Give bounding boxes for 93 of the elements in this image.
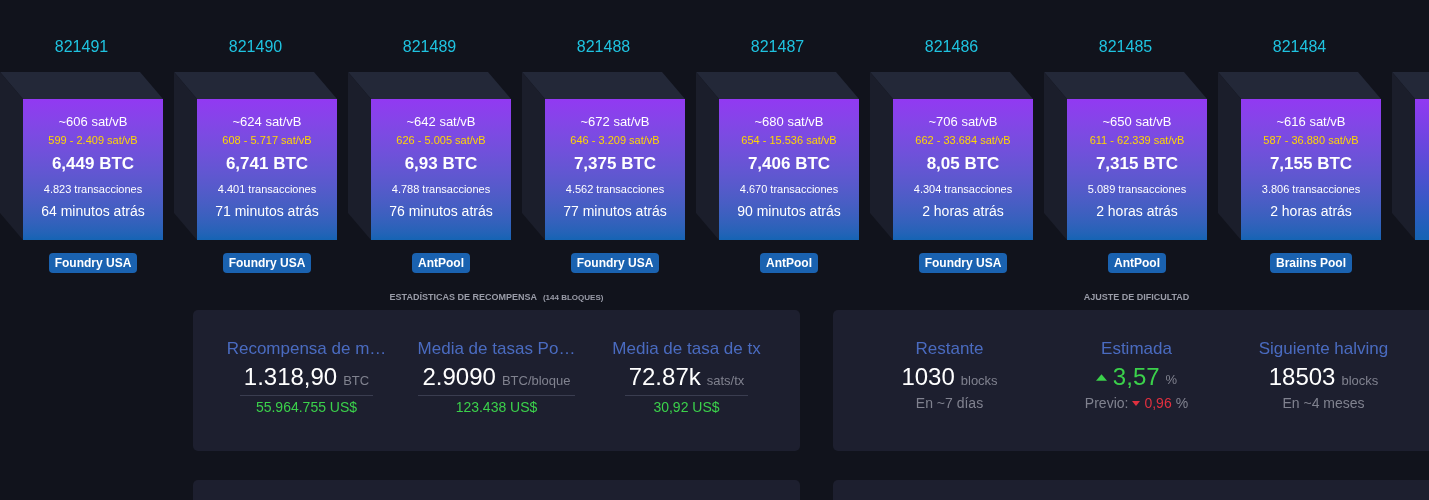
pool-badge[interactable]: Braiins Pool xyxy=(1270,253,1352,273)
fee-range: 662 - 33.684 sat/vB xyxy=(915,133,1011,148)
block-height[interactable]: 821490 xyxy=(228,37,283,57)
fiat-value: 30,92 US$ xyxy=(653,398,720,417)
block-height[interactable]: 821485 xyxy=(1098,37,1153,57)
median-fee: ~680 sat/vB xyxy=(754,113,824,131)
median-fee: ~606 sat/vB xyxy=(58,113,128,131)
stat-unit: blocks xyxy=(960,372,998,390)
stat-unit: blocks xyxy=(1341,372,1379,390)
fee-range: 608 - 5.717 sat/vB xyxy=(222,133,312,148)
block-height[interactable]: 821488 xyxy=(576,37,631,57)
stat-unit: BTC/bloque xyxy=(501,372,571,390)
previous-value: 0,96 xyxy=(1144,394,1172,413)
stat-value: 2.9090 xyxy=(422,362,496,392)
block-total: 8,05 BTC xyxy=(926,153,1000,175)
block-total: 7,406 BTC xyxy=(747,153,831,175)
block-time: 77 minutos atrás xyxy=(563,202,667,220)
stat-value: 18503 xyxy=(1268,362,1336,392)
transaction-count: 4.401 transacciones xyxy=(217,182,317,197)
block-time: 2 horas atrás xyxy=(922,202,1004,220)
transaction-count: 5.089 transacciones xyxy=(1087,182,1187,197)
block-height[interactable]: 821491 xyxy=(54,37,109,57)
block-face[interactable]: ~616 sat/vB 587 - 36.880 sat/vB 7,155 BTC 3.806 transacciones 2 horas atrás xyxy=(1241,99,1381,240)
fee-range: 611 - 62.339 sat/vB xyxy=(1089,133,1185,148)
stat-unit: sats/tx xyxy=(706,372,745,390)
median-fee: ~642 sat/vB xyxy=(406,113,476,131)
block-height[interactable]: 821484 xyxy=(1272,37,1327,57)
transaction-count: 4.562 transacciones xyxy=(565,182,665,197)
transaction-count: 4.823 transacciones xyxy=(43,182,143,197)
block-total: 7,155 BTC xyxy=(1269,153,1353,175)
block-time: 2 horas atrás xyxy=(1270,202,1352,220)
stat-unit: % xyxy=(1165,371,1178,390)
pool-badge[interactable]: AntPool xyxy=(1108,253,1166,273)
stat-label: Recompensa de m… xyxy=(226,338,387,360)
median-fee: ~624 sat/vB xyxy=(232,113,302,131)
transaction-count: 4.670 transacciones xyxy=(739,182,839,197)
block-time: 71 minutos atrás xyxy=(215,202,319,220)
fee-range: 646 - 3.209 sat/vB xyxy=(570,133,660,148)
block-total: 6,93 BTC xyxy=(404,153,478,175)
median-fee: ~706 sat/vB xyxy=(928,113,998,131)
block-time: 76 minutos atrás xyxy=(389,202,493,220)
section-title: ESTADÍSTICAS DE RECOMPENSA xyxy=(389,292,537,302)
block-height[interactable]: 821487 xyxy=(750,37,805,57)
fee-range: 654 - 15.536 sat/vB xyxy=(741,133,837,148)
median-fee: ~650 sat/vB xyxy=(1102,113,1172,131)
block-height[interactable]: 821489 xyxy=(402,37,457,57)
previous-label: Previo: xyxy=(1084,394,1129,413)
block-face[interactable]: ~672 sat/vB 646 - 3.209 sat/vB 7,375 BTC 4.562 transacciones 77 minutos atrás xyxy=(545,99,685,240)
stat-label: Restante xyxy=(915,338,984,360)
stat-label: Estimada xyxy=(1101,338,1172,360)
pool-badge[interactable]: Foundry USA xyxy=(570,253,660,273)
fiat-value: 123.438 US$ xyxy=(455,398,538,417)
stat-unit: BTC xyxy=(343,372,370,390)
section-title: AJUSTE DE DIFICULTAD xyxy=(1083,292,1190,302)
previous-unit: % xyxy=(1175,394,1189,413)
block-face[interactable]: ~642 sat/vB 626 - 5.005 sat/vB 6,93 BTC 4.788 transacciones 76 minutos atrás xyxy=(371,99,511,240)
block-time: 64 minutos atrás xyxy=(41,202,145,220)
stat-label: Media de tasas Po… xyxy=(417,338,576,360)
transaction-count: 4.788 transacciones xyxy=(391,182,491,197)
pool-badge[interactable]: Foundry USA xyxy=(222,253,312,273)
stat-note: En ~4 meses xyxy=(1282,394,1365,413)
block-face[interactable]: ~606 sat/vB 599 - 2.409 sat/vB 6,449 BTC 4.823 transacciones 64 minutos atrás xyxy=(23,99,163,240)
block-face[interactable]: ~624 sat/vB 608 - 5.717 sat/vB 6,741 BTC 4.401 transacciones 71 minutos atrás xyxy=(197,99,337,240)
stat-value: 1030 xyxy=(901,362,955,392)
median-fee: ~616 sat/vB xyxy=(1276,113,1346,131)
transaction-count: 4.304 transacciones xyxy=(913,182,1013,197)
fee-range: 626 - 5.005 sat/vB xyxy=(396,133,486,148)
pool-badge[interactable]: AntPool xyxy=(760,253,818,273)
block-total: 6,449 BTC xyxy=(51,153,135,175)
median-fee: ~672 sat/vB xyxy=(580,113,650,131)
fee-range: 599 - 2.409 sat/vB xyxy=(48,133,138,148)
stat-label: Media de tasa de tx xyxy=(612,338,761,360)
stat-note: En ~7 días xyxy=(915,394,984,413)
pool-badge[interactable]: AntPool xyxy=(412,253,470,273)
block-face[interactable]: ~650 sat/vB 611 - 62.339 sat/vB 7,315 BTC 5.089 transacciones 2 horas atrás xyxy=(1067,99,1207,240)
block-total: 7,315 BTC xyxy=(1095,153,1179,175)
stat-value: 1.318,90 xyxy=(243,362,338,392)
fee-range: 587 - 36.880 sat/vB xyxy=(1263,133,1359,148)
stat-value: 72.87k xyxy=(628,362,701,392)
section-subtitle: (144 BLOQUES) xyxy=(542,293,604,303)
transaction-count: 3.806 transacciones xyxy=(1261,182,1361,197)
block-face[interactable]: ~706 sat/vB 662 - 33.684 sat/vB 8,05 BTC 4.304 transacciones 2 horas atrás xyxy=(893,99,1033,240)
stat-value: 3,57 xyxy=(1112,362,1160,392)
block-total: 7,375 BTC xyxy=(573,153,657,175)
block-height[interactable]: 821486 xyxy=(924,37,979,57)
pool-badge[interactable]: Foundry USA xyxy=(48,253,138,273)
fiat-value: 55.964.755 US$ xyxy=(255,398,358,417)
pool-badge[interactable]: Foundry USA xyxy=(918,253,1008,273)
stat-label: Siguiente halving xyxy=(1258,338,1389,360)
block-time: 2 horas atrás xyxy=(1096,202,1178,220)
block-face[interactable]: ~680 sat/vB 654 - 15.536 sat/vB 7,406 BTC 4.670 transacciones 90 minutos atrás xyxy=(719,99,859,240)
block-time: 90 minutos atrás xyxy=(737,202,841,220)
block-total: 6,741 BTC xyxy=(225,153,309,175)
